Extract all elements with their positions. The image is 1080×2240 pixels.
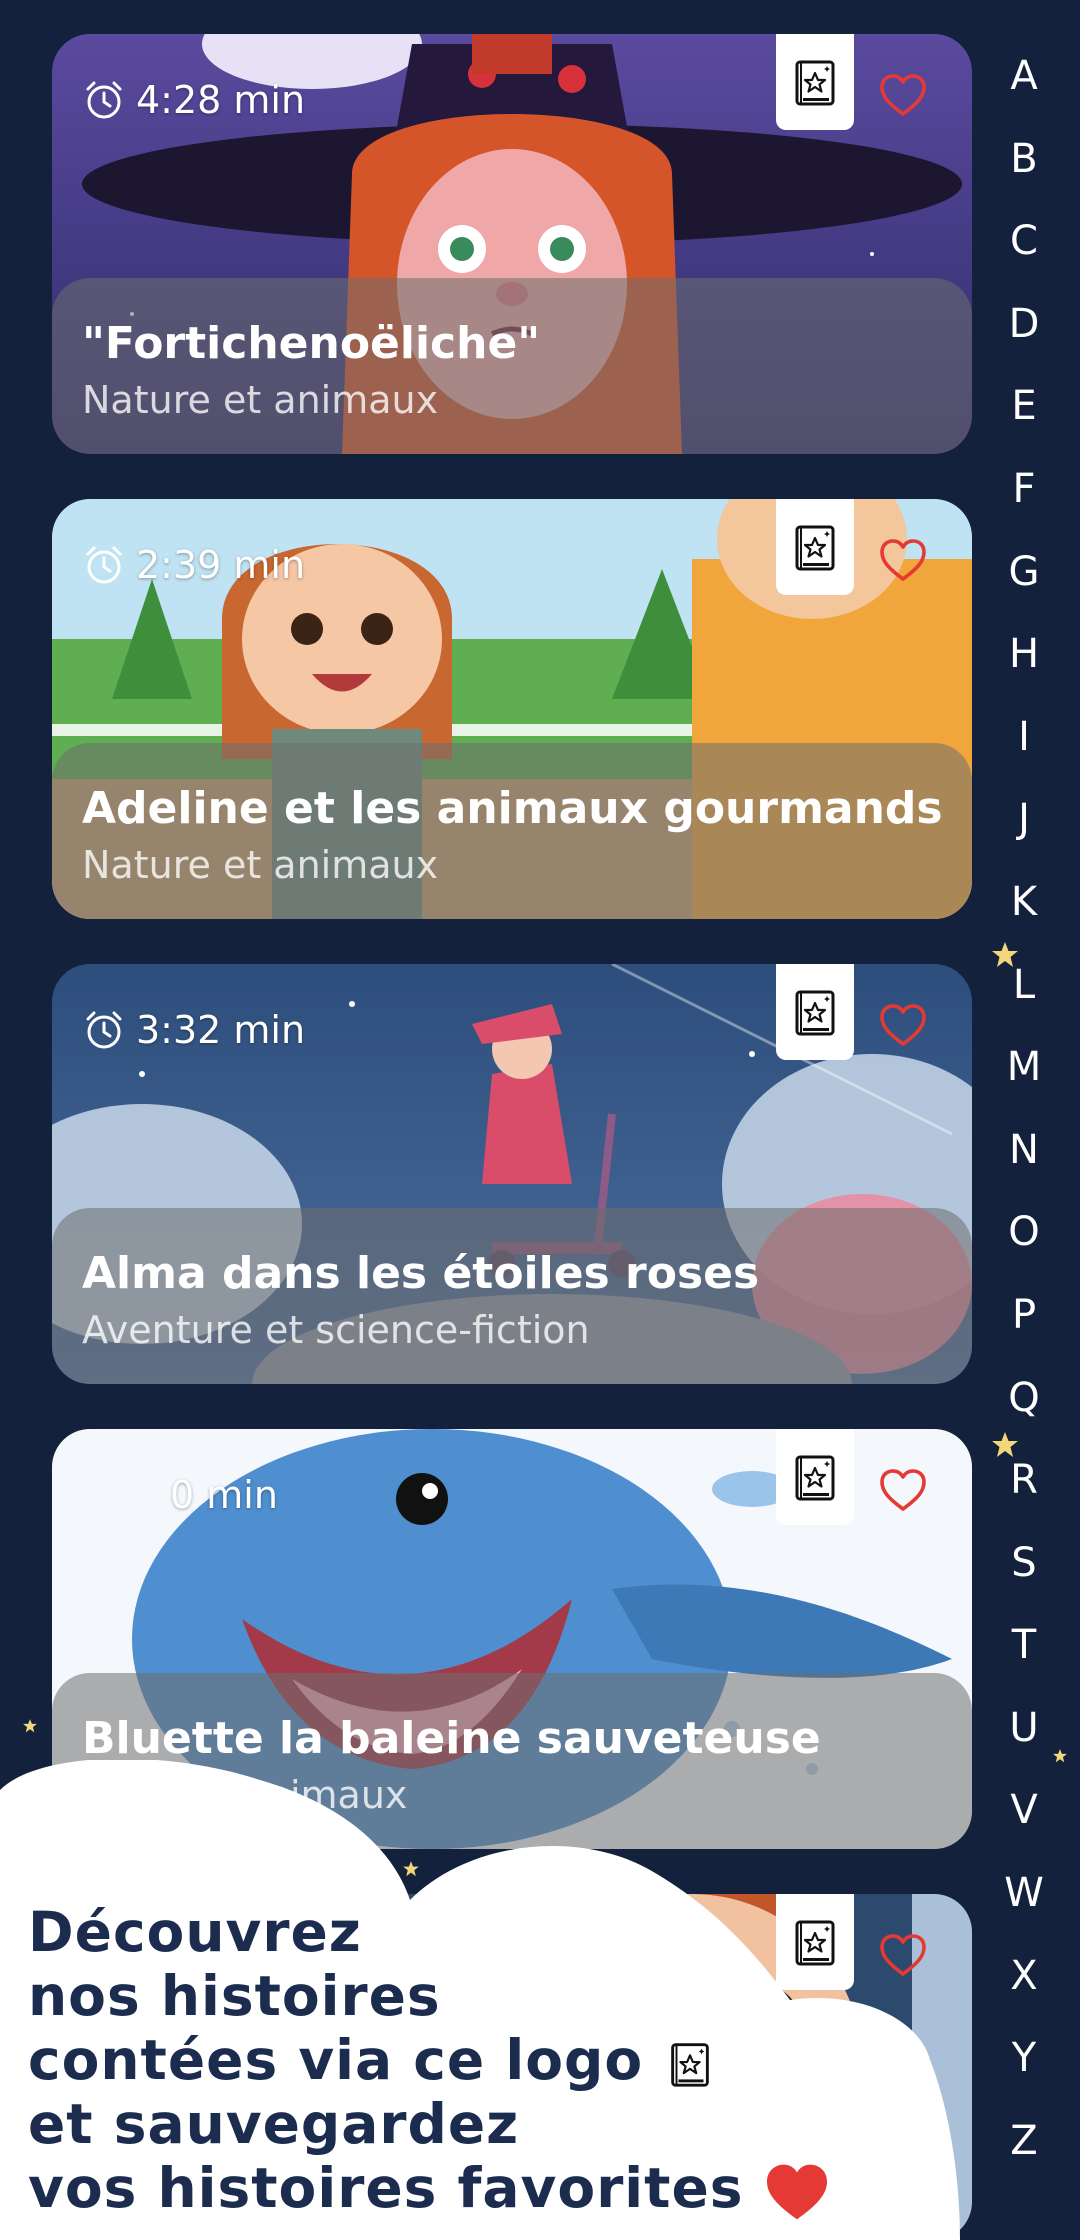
alphabet-letter-j[interactable]: J (994, 789, 1054, 872)
alphabet-letter-g[interactable]: G (994, 542, 1054, 625)
duration-label: 2:39 min (136, 543, 306, 587)
story-info-panel: Alma dans les étoiles roses Aventure et … (52, 1208, 972, 1384)
alphabet-letter-f[interactable]: F (994, 459, 1054, 542)
storybook-icon (663, 2037, 717, 2091)
heart-icon (766, 2164, 827, 2220)
story-title: Adeline et les animaux gourmands (82, 783, 943, 834)
story-card[interactable]: 4:28 min "Fortichenoëliche" Nature et an… (52, 34, 972, 454)
story-card[interactable]: 2:39 min Adeline et les animaux gourmand… (52, 499, 972, 919)
star-icon (23, 1719, 37, 1733)
alphabet-letter-e[interactable]: E (994, 376, 1054, 459)
duration-label: 3:32 min (136, 1008, 306, 1052)
alphabet-letter-p[interactable]: P (994, 1285, 1054, 1368)
favorite-heart-icon[interactable] (878, 72, 928, 118)
promo-line: contées via ce logo (28, 2028, 830, 2092)
storybook-badge[interactable] (776, 1429, 854, 1525)
storybook-icon (787, 519, 843, 575)
story-title: "Fortichenoëliche" (82, 318, 541, 369)
storybook-badge[interactable] (776, 34, 854, 130)
duration-label: 0 min (170, 1473, 278, 1517)
story-title: Bluette la baleine sauveteuse (82, 1713, 821, 1764)
storybook-icon (787, 1449, 843, 1505)
storybook-icon (787, 54, 843, 110)
promo-line-text: vos histoires favorites (28, 2156, 744, 2220)
story-info-panel: "Fortichenoëliche" Nature et animaux (52, 278, 972, 454)
favorite-heart-icon[interactable] (878, 1002, 928, 1048)
story-category: Nature et animaux (82, 378, 439, 422)
alphabet-letter-i[interactable]: I (994, 707, 1054, 790)
alphabet-letter-o[interactable]: O (994, 1202, 1054, 1285)
alphabet-letter-t[interactable]: T (994, 1615, 1054, 1698)
favorite-heart-icon[interactable] (878, 537, 928, 583)
alphabet-letter-m[interactable]: M (994, 1037, 1054, 1120)
star-icon (992, 1432, 1018, 1457)
duration-label: 4:28 min (136, 78, 306, 122)
star-icon (403, 1861, 419, 1877)
story-duration: 2:39 min (82, 543, 305, 587)
alphabet-letter-c[interactable]: C (994, 211, 1054, 294)
promo-line: Découvrez (28, 1900, 362, 1964)
story-duration: 4:28 min (82, 78, 305, 122)
promo-line: vos histoires favorites (28, 2156, 830, 2222)
story-info-panel: Adeline et les animaux gourmands Nature … (52, 743, 972, 919)
star-icon (992, 942, 1018, 967)
alphabet-letter-a[interactable]: A (994, 46, 1054, 129)
favorite-heart-icon[interactable] (878, 1467, 928, 1513)
alphabet-letter-h[interactable]: H (994, 624, 1054, 707)
story-card[interactable]: 3:32 min Alma dans les étoiles roses Ave… (52, 964, 972, 1384)
alphabet-letter-n[interactable]: N (994, 1120, 1054, 1203)
alphabet-letter-b[interactable]: B (994, 129, 1054, 212)
alphabet-letter-d[interactable]: D (994, 294, 1054, 377)
alarm-clock-icon (82, 78, 126, 122)
alarm-clock-icon (82, 1008, 126, 1052)
promo-line: nos histoires (28, 1964, 441, 2028)
story-title: Alma dans les étoiles roses (82, 1248, 760, 1299)
promo-line-text: contées via ce logo (28, 2028, 644, 2092)
alphabet-letter-s[interactable]: S (994, 1533, 1054, 1616)
story-duration: 3:32 min (82, 1008, 305, 1052)
alarm-clock-icon (82, 543, 126, 587)
story-category: Aventure et science-fiction (82, 1308, 590, 1352)
promo-text: Découvrez nos histoires contées via ce l… (28, 1900, 830, 2222)
storybook-icon (787, 984, 843, 1040)
story-duration: 0 min (82, 1473, 278, 1517)
promo-overlay: Découvrez nos histoires contées via ce l… (0, 1760, 1080, 2240)
storybook-badge[interactable] (776, 499, 854, 595)
storybook-badge[interactable] (776, 964, 854, 1060)
story-category: Nature et animaux (82, 843, 439, 887)
alphabet-letter-r[interactable]: R (994, 1450, 1054, 1533)
promo-line: et sauvegardez (28, 2092, 520, 2156)
